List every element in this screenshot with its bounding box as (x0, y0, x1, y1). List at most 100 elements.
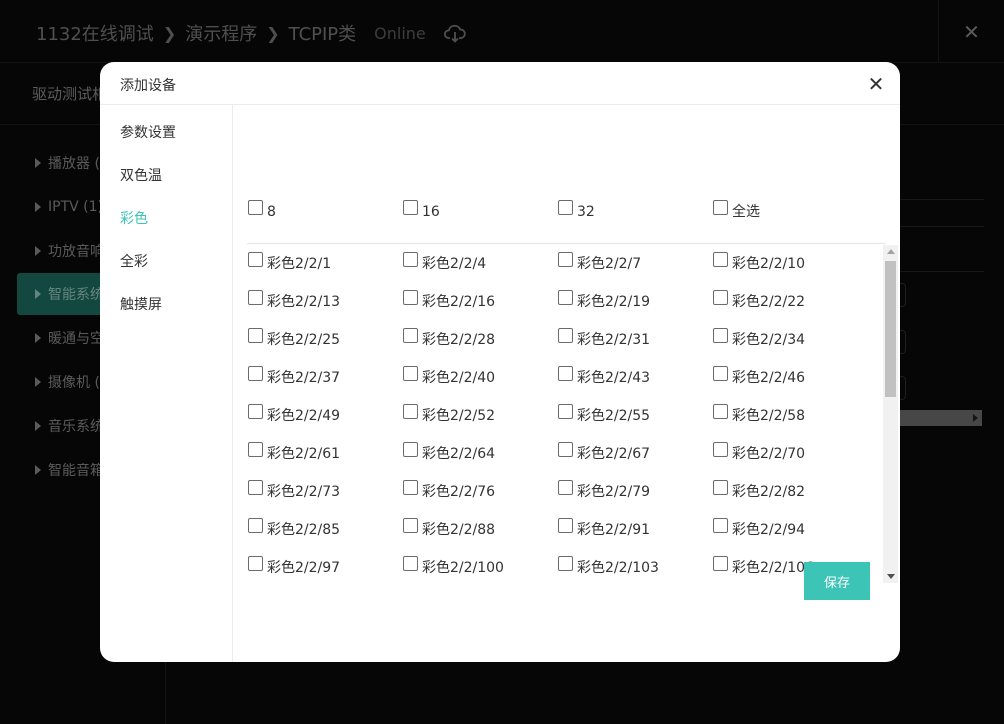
device-checkbox-item[interactable]: 彩色2/2/19 (558, 290, 650, 309)
device-checkbox-item[interactable]: 彩色2/2/46 (713, 366, 805, 385)
nav-item-dual-color-temp[interactable]: 双色温 (120, 165, 162, 185)
device-checkbox-item[interactable]: 彩色2/2/85 (248, 518, 340, 537)
checkbox-box[interactable] (713, 442, 728, 457)
checkbox-box[interactable] (248, 366, 263, 381)
device-checkbox-item[interactable]: 彩色2/2/103 (558, 556, 659, 576)
device-label: 彩色2/2/103 (577, 560, 659, 576)
device-checkbox-item[interactable]: 彩色2/2/91 (558, 518, 651, 538)
device-checkbox-item[interactable]: 彩色2/2/28 (403, 328, 495, 347)
checkbox-box[interactable] (248, 480, 263, 495)
device-checkbox-item[interactable]: 彩色2/2/49 (248, 404, 340, 423)
checkbox-box[interactable] (558, 328, 573, 343)
checkbox-box[interactable] (403, 480, 418, 495)
checkbox-box[interactable] (558, 200, 573, 215)
checkbox-box[interactable] (403, 556, 418, 571)
checkbox-box[interactable] (403, 252, 418, 267)
save-button[interactable]: 保存 (804, 562, 870, 600)
device-checkbox-item[interactable]: 彩色2/2/67 (558, 442, 650, 461)
device-checkbox-item[interactable]: 彩色2/2/22 (713, 290, 806, 310)
device-checkbox-item[interactable]: 彩色2/2/76 (403, 480, 496, 500)
device-label: 彩色2/2/106 (732, 560, 814, 576)
checkbox-box[interactable] (403, 366, 418, 381)
checkbox-box[interactable] (713, 252, 728, 267)
checkbox-box[interactable] (713, 290, 728, 305)
device-checkbox-item[interactable]: 彩色2/2/43 (558, 366, 650, 385)
vertical-scrollbar[interactable] (883, 245, 898, 583)
checkbox-box[interactable] (558, 252, 573, 267)
device-checkbox-item[interactable]: 彩色2/2/64 (403, 442, 496, 462)
device-checkbox-item[interactable]: 彩色2/2/97 (248, 556, 340, 575)
checkbox-box[interactable] (713, 556, 728, 571)
device-checkbox-item[interactable]: 彩色2/2/34 (713, 328, 805, 347)
device-checkbox-item[interactable]: 彩色2/2/55 (558, 404, 651, 424)
device-checkbox-item[interactable]: 彩色2/2/1 (248, 252, 331, 271)
device-label: 彩色2/2/91 (577, 522, 651, 538)
checkbox-box[interactable] (403, 290, 418, 305)
nav-item-full-color[interactable]: 全彩 (120, 251, 148, 271)
device-checkbox-item[interactable]: 彩色2/2/16 (403, 290, 495, 309)
device-checkbox-item[interactable]: 彩色2/2/88 (403, 518, 495, 537)
checkbox-box[interactable] (248, 404, 263, 419)
checkbox-box[interactable] (713, 518, 728, 533)
checkbox-box[interactable] (713, 200, 728, 215)
device-checkbox-item[interactable]: 彩色2/2/7 (558, 252, 641, 271)
device-label: 彩色2/2/64 (422, 446, 496, 462)
checkbox-box[interactable] (248, 328, 263, 343)
close-icon[interactable]: ✕ (866, 74, 886, 94)
checkbox-box[interactable] (403, 200, 418, 215)
device-label: 彩色2/2/22 (732, 294, 806, 310)
device-checkbox-item[interactable]: 彩色2/2/37 (248, 366, 340, 385)
checkbox-box[interactable] (558, 480, 573, 495)
group-32-checkbox[interactable]: 32 (558, 200, 595, 219)
checkbox-box[interactable] (558, 518, 573, 533)
scrollbar-thumb[interactable] (885, 261, 896, 397)
device-checkbox-list: 彩色2/2/1 彩色2/2/4 彩色2/2/7 彩色2/2/10 彩色2/2/13 彩色2… (247, 245, 899, 583)
group-8-checkbox[interactable]: 8 (248, 200, 276, 219)
device-checkbox-item[interactable]: 彩色2/2/40 (403, 366, 495, 385)
checkbox-box[interactable] (248, 442, 263, 457)
checkbox-box[interactable] (248, 290, 263, 305)
checkbox-box[interactable] (713, 480, 728, 495)
nav-item-color[interactable]: 彩色 (120, 208, 148, 228)
device-checkbox-item[interactable]: 彩色2/2/100 (403, 556, 504, 575)
checkbox-box[interactable] (248, 252, 263, 267)
device-checkbox-item[interactable]: 彩色2/2/52 (403, 404, 495, 423)
group-16-checkbox[interactable]: 16 (403, 200, 440, 219)
device-checkbox-item[interactable]: 彩色2/2/79 (558, 480, 650, 499)
nav-item-parameters[interactable]: 参数设置 (120, 122, 176, 142)
checkbox-box[interactable] (558, 366, 573, 381)
scroll-down-icon[interactable] (887, 574, 895, 579)
checkbox-box[interactable] (713, 328, 728, 343)
device-label: 彩色2/2/55 (577, 408, 651, 424)
checkbox-box[interactable] (403, 404, 418, 419)
device-checkbox-item[interactable]: 彩色2/2/70 (713, 442, 805, 461)
checkbox-box[interactable] (558, 290, 573, 305)
device-checkbox-item[interactable]: 彩色2/2/31 (558, 328, 650, 347)
checkbox-box[interactable] (403, 518, 418, 533)
device-checkbox-item[interactable]: 彩色2/2/10 (713, 252, 805, 271)
checkbox-box[interactable] (403, 328, 418, 343)
checkbox-box[interactable] (558, 442, 573, 457)
checkbox-box[interactable] (248, 200, 263, 215)
device-checkbox-item[interactable]: 彩色2/2/73 (248, 480, 340, 499)
device-checkbox-item[interactable]: 彩色2/2/82 (713, 480, 805, 499)
checkbox-box[interactable] (713, 366, 728, 381)
checkbox-box[interactable] (558, 556, 573, 571)
checkbox-box[interactable] (248, 556, 263, 571)
checkbox-box[interactable] (713, 404, 728, 419)
scroll-up-icon[interactable] (887, 249, 895, 254)
nav-item-touch-screen[interactable]: 触摸屏 (120, 294, 162, 314)
device-checkbox-item[interactable]: 彩色2/2/13 (248, 290, 340, 309)
device-label: 彩色2/2/25 (267, 332, 341, 348)
device-checkbox-item[interactable]: 彩色2/2/61 (248, 442, 340, 461)
device-checkbox-item[interactable]: 彩色2/2/94 (713, 518, 805, 537)
device-checkbox-item[interactable]: 彩色2/2/4 (403, 252, 486, 271)
select-all-checkbox[interactable]: 全选 (713, 200, 760, 219)
device-label: 彩色2/2/76 (422, 484, 496, 500)
device-checkbox-item[interactable]: 彩色2/2/25 (248, 328, 341, 348)
checkbox-box[interactable] (403, 442, 418, 457)
checkbox-box[interactable] (248, 518, 263, 533)
checkbox-box[interactable] (558, 404, 573, 419)
device-checkbox-item[interactable]: 彩色2/2/58 (713, 404, 805, 423)
device-checkbox-item[interactable]: 彩色2/2/106 (713, 556, 814, 576)
